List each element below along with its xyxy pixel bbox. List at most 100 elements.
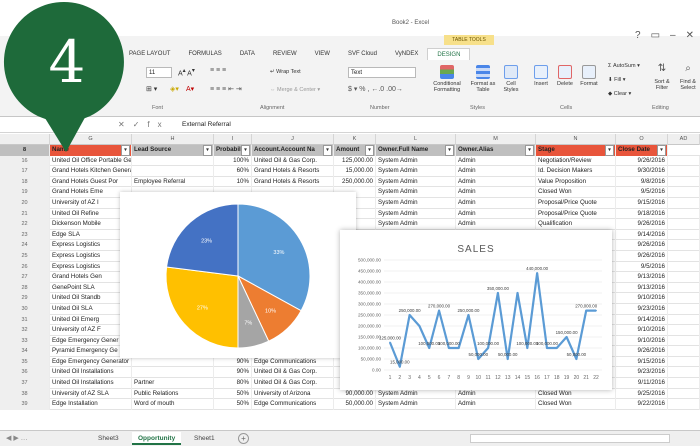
row-number[interactable]: 23 [0, 229, 50, 241]
data-point[interactable] [398, 365, 401, 368]
table-cell[interactable]: 9/26/2016 [616, 219, 668, 230]
table-cell[interactable] [668, 314, 700, 326]
sheet-nav-icons[interactable]: ◀ ▶ … [6, 434, 28, 442]
row-number[interactable]: 17 [0, 166, 50, 177]
row-number[interactable]: 32 [0, 325, 50, 336]
table-cell[interactable] [132, 166, 214, 177]
table-cell[interactable]: Admin [456, 388, 536, 400]
table-cell[interactable]: System Admin [376, 208, 456, 220]
conditional-formatting-button[interactable]: Conditional Formatting [428, 65, 466, 94]
row-number[interactable]: 27 [0, 272, 50, 283]
table-cell[interactable] [668, 208, 700, 220]
table-cell[interactable]: 9/26/2016 [616, 240, 668, 251]
row-number[interactable]: 30 [0, 303, 50, 315]
table-cell[interactable]: 9/14/2016 [616, 229, 668, 241]
table-cell[interactable] [668, 155, 700, 167]
table-cell[interactable]: System Admin [376, 166, 456, 177]
data-point[interactable] [555, 347, 558, 349]
table-cell[interactable]: Closed Won [536, 399, 616, 410]
table-cell[interactable]: 9/13/2016 [616, 272, 668, 283]
table-cell[interactable]: Edge Installation [50, 399, 132, 410]
table-cell[interactable] [668, 272, 700, 283]
row-number[interactable]: 28 [0, 282, 50, 294]
row-number[interactable]: 33 [0, 335, 50, 347]
data-point[interactable] [546, 347, 548, 349]
grow-font-icon[interactable]: A▴ A▾ [178, 68, 195, 77]
table-cell[interactable]: Closed Won [536, 388, 616, 400]
cell-styles-button[interactable]: Cell Styles [500, 65, 522, 94]
header-owner-full-name[interactable]: Owner.Full Name [376, 145, 456, 156]
table-cell[interactable]: 250,000.00 [334, 176, 376, 188]
table-cell[interactable]: Partner [132, 378, 214, 389]
ribbon-display-icon[interactable]: ▭ [651, 30, 660, 41]
table-cell[interactable]: United Oil Installations [50, 378, 132, 389]
table-cell[interactable] [668, 325, 700, 336]
clear-button[interactable]: ◆ Clear ▾ [608, 91, 631, 97]
table-cell[interactable]: United Oil & Gas Corp. [252, 155, 334, 167]
table-cell[interactable]: 9/10/2016 [616, 293, 668, 304]
row-number[interactable]: 24 [0, 240, 50, 251]
data-point[interactable] [487, 347, 489, 349]
header-close-date[interactable]: Close Date [616, 145, 668, 156]
confirm-icon[interactable]: ✓ [133, 120, 148, 129]
table-cell[interactable] [668, 261, 700, 273]
table-cell[interactable]: System Admin [376, 155, 456, 167]
tab-formulas[interactable]: FORMULAS [179, 48, 230, 60]
table-cell[interactable]: 9/23/2016 [616, 367, 668, 379]
table-cell[interactable]: 9/5/2016 [616, 261, 668, 273]
table-cell[interactable]: 9/10/2016 [616, 325, 668, 336]
table-cell[interactable] [668, 250, 700, 262]
table-cell[interactable]: 9/13/2016 [616, 282, 668, 294]
row-number[interactable]: 26 [0, 261, 50, 273]
data-point[interactable] [516, 292, 519, 294]
table-cell[interactable]: 100% [214, 155, 252, 167]
column-header[interactable]: AD [668, 134, 700, 145]
merge-center-button[interactable]: ⇔ Merge & Center ▾ [270, 87, 320, 93]
column-header[interactable]: L [376, 134, 456, 145]
table-cell[interactable]: United Oil Office Portable Generators [50, 155, 132, 167]
sheet-tab-sheet3[interactable]: Sheet3 [92, 432, 125, 445]
wrap-text-button[interactable]: ↵ Wrap Text [270, 69, 301, 75]
tab-review[interactable]: REVIEW [264, 48, 306, 60]
table-cell[interactable]: Grand Hotels & Resorts [252, 176, 334, 188]
close-icon[interactable]: ✕ [686, 30, 694, 41]
table-cell[interactable] [132, 155, 214, 167]
table-cell[interactable] [668, 293, 700, 304]
row-number[interactable]: 29 [0, 293, 50, 304]
font-color-icon[interactable]: A▾ [186, 85, 194, 93]
table-cell[interactable]: 10% [214, 176, 252, 188]
table-cell[interactable]: Admin [456, 208, 536, 220]
table-cell[interactable]: 90,000.00 [334, 388, 376, 400]
fx-icon[interactable]: fx [147, 120, 169, 129]
table-cell[interactable]: Id. Decision Makers [536, 166, 616, 177]
data-point[interactable] [585, 309, 588, 312]
table-cell[interactable]: 9/8/2016 [616, 176, 668, 188]
format-as-table-button[interactable]: Format as Table [468, 65, 498, 94]
table-cell[interactable] [668, 229, 700, 241]
row-number[interactable]: 34 [0, 346, 50, 357]
table-cell[interactable]: Value Proposition [536, 176, 616, 188]
table-cell[interactable]: Admin [456, 155, 536, 167]
column-header[interactable]: H [132, 134, 214, 145]
table-cell[interactable]: Negotiation/Review [536, 155, 616, 167]
table-cell[interactable]: 9/14/2016 [616, 314, 668, 326]
row-number[interactable]: 31 [0, 314, 50, 326]
data-point[interactable] [506, 358, 509, 360]
table-cell[interactable] [668, 240, 700, 251]
table-cell[interactable]: Edge Communications [252, 356, 334, 368]
table-cell[interactable] [132, 367, 214, 379]
table-cell[interactable]: 9/22/2016 [616, 399, 668, 410]
table-cell[interactable] [668, 303, 700, 315]
row-number[interactable]: 22 [0, 219, 50, 230]
table-cell[interactable] [668, 219, 700, 230]
row-number[interactable]: 20 [0, 197, 50, 209]
table-cell[interactable]: University of Arizona [252, 388, 334, 400]
sales-chart-panel[interactable]: SALES 500,000.00 450,000.00 400,000.00 350,… [340, 230, 612, 390]
table-cell[interactable]: System Admin [376, 399, 456, 410]
table-cell[interactable] [668, 378, 700, 389]
table-cell[interactable]: 9/26/2016 [616, 155, 668, 167]
add-sheet-icon[interactable]: + [238, 433, 249, 444]
column-header[interactable]: N [536, 134, 616, 145]
table-cell[interactable]: Word of mouth [132, 399, 214, 410]
autosum-button[interactable]: Σ AutoSum ▾ [608, 63, 640, 69]
